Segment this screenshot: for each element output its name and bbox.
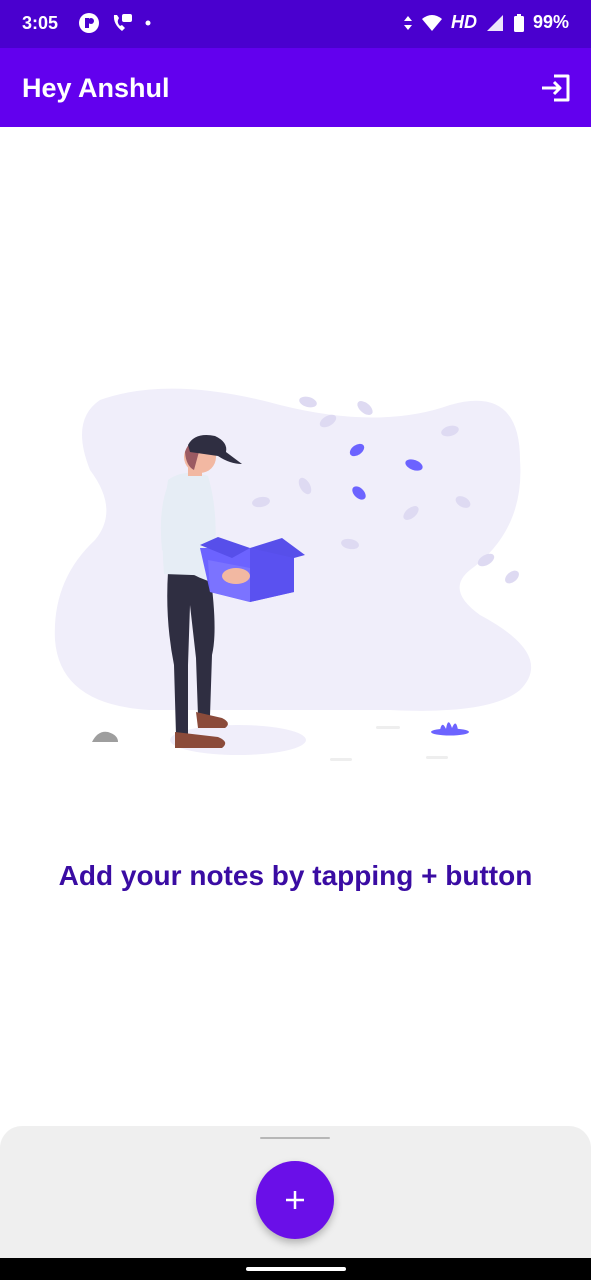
person-holding-box-illustration <box>54 388 532 761</box>
home-gesture-handle[interactable] <box>246 1267 346 1271</box>
battery-level: 99% <box>532 12 569 32</box>
app-notification-icon <box>79 13 99 33</box>
status-time: 3:05 <box>22 13 59 33</box>
bottom-sheet-handle[interactable] <box>260 1137 330 1139</box>
status-notification-icons <box>78 12 152 34</box>
status-bar: 3:05 HD 99% <box>0 0 591 48</box>
add-note-button[interactable] <box>256 1161 334 1239</box>
empty-state-message: Add your notes by tapping + button <box>58 860 533 891</box>
wifi-icon <box>421 14 442 31</box>
bottom-sheet <box>0 1126 591 1280</box>
battery-icon <box>513 13 524 32</box>
logout-icon <box>542 74 570 102</box>
logout-button[interactable] <box>539 72 573 104</box>
status-system-icons: HD 99% <box>403 12 569 33</box>
call-icon <box>113 14 132 31</box>
plus-icon <box>286 1191 304 1209</box>
dot-icon <box>145 20 151 26</box>
page-title: Hey Anshul <box>22 73 170 103</box>
data-arrows-icon <box>403 15 412 30</box>
network-type: HD <box>450 12 477 32</box>
system-nav-bar <box>0 1258 591 1280</box>
signal-icon <box>486 14 503 31</box>
app-bar: Hey Anshul <box>0 48 591 127</box>
